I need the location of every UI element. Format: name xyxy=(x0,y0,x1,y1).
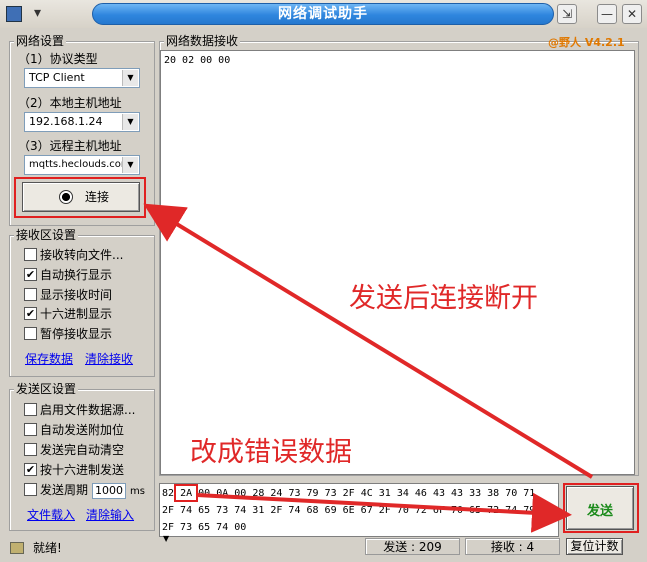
reset-count-button[interactable]: 复位计数 xyxy=(566,538,623,555)
wrong-data-annotation: 改成错误数据 xyxy=(190,437,352,468)
arrow-to-send xyxy=(196,492,572,533)
status-text: 就绪! xyxy=(33,541,62,555)
received-counter: 接收 : 4 xyxy=(465,538,560,555)
status-icon xyxy=(10,542,24,554)
sent-counter: 发送 : 209 xyxy=(365,538,460,555)
disconnect-annotation: 发送后连接断开 xyxy=(349,283,538,314)
annotation-arrows xyxy=(143,203,594,533)
status-bar: 就绪! 发送 : 209 接收 : 4 复位计数 xyxy=(0,538,647,562)
